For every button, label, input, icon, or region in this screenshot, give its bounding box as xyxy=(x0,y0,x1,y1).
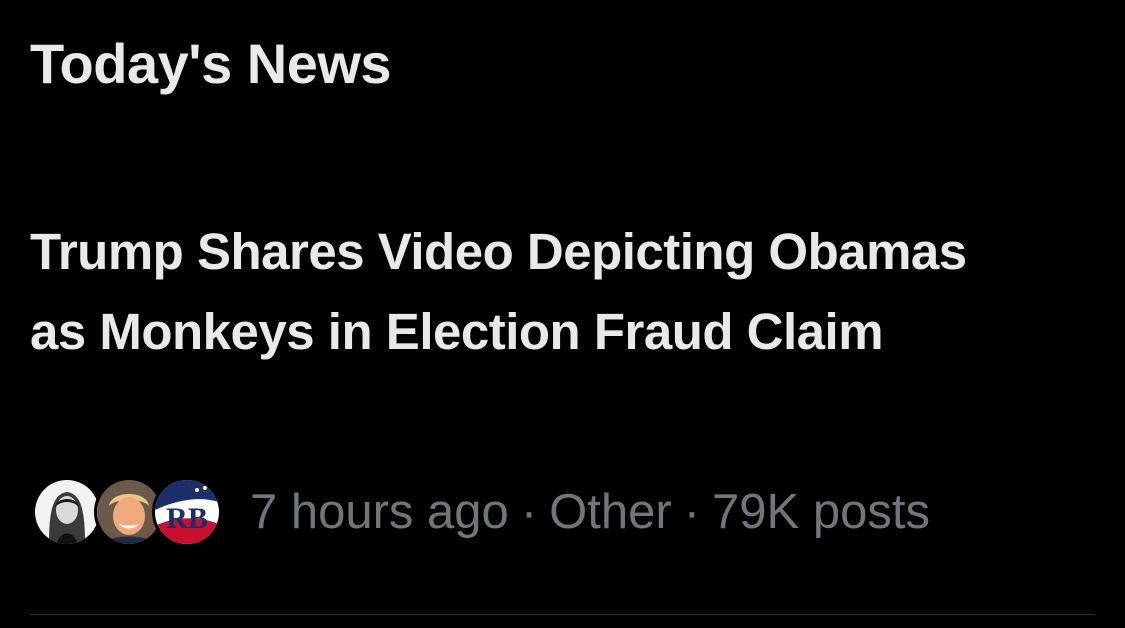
story-post-count: 79K posts xyxy=(712,485,930,539)
separator-dot: · xyxy=(520,485,538,539)
story-headline[interactable]: Trump Shares Video Depicting Obamas as M… xyxy=(30,212,1030,372)
divider xyxy=(30,614,1095,615)
avatar-group: RB xyxy=(30,472,224,552)
avatar: RB xyxy=(152,477,222,547)
story-time: 7 hours ago xyxy=(250,485,509,539)
story-meta: RB 7 hours ago · Other · 79K posts xyxy=(30,472,930,552)
separator-dot: · xyxy=(683,485,701,539)
rb-logo-text: RB xyxy=(166,502,208,535)
story-meta-text: 7 hours ago · Other · 79K posts xyxy=(250,472,930,552)
section-title: Today's News xyxy=(30,32,392,95)
avatar xyxy=(32,477,102,547)
rb-logo-avatar-icon: RB xyxy=(155,480,219,544)
grayscale-portrait-avatar-icon xyxy=(35,480,99,544)
story-category: Other xyxy=(549,485,672,539)
trending-story[interactable]: Trump Shares Video Depicting Obamas as M… xyxy=(30,212,1030,372)
